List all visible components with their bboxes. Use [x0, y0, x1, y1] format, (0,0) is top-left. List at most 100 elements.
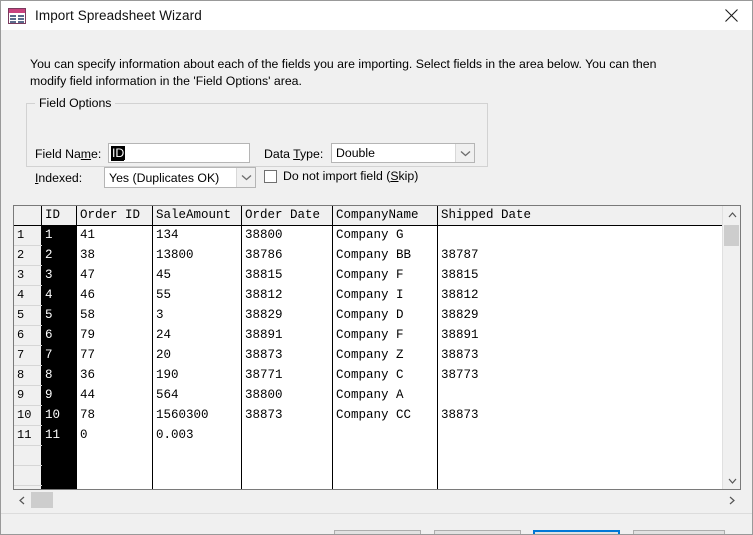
table-row[interactable]: 1 1 41 134 38800 Company G [14, 225, 722, 246]
table-cell-companyname[interactable]: Company F [332, 265, 438, 286]
close-icon[interactable] [708, 1, 752, 29]
table-cell-shipped-date[interactable]: 38829 [437, 305, 722, 326]
vertical-scrollbar[interactable] [722, 206, 740, 489]
table-cell-saleamount[interactable]: 190 [152, 365, 242, 386]
chevron-down-icon[interactable] [236, 168, 255, 187]
table-cell-saleamount[interactable]: 3 [152, 305, 242, 326]
table-cell-shipped-date[interactable]: 38787 [437, 245, 722, 266]
table-cell-shipped-date[interactable]: 38891 [437, 325, 722, 346]
column-header-id[interactable]: ID [41, 206, 77, 226]
table-cell-id[interactable]: 3 [41, 265, 77, 286]
table-cell-id[interactable]: 9 [41, 385, 77, 406]
row-header[interactable]: 2 [14, 245, 42, 266]
row-header[interactable]: 9 [14, 385, 42, 406]
horizontal-scrollbar[interactable] [13, 491, 741, 509]
table-cell-shipped-date[interactable] [437, 385, 722, 406]
table-cell-saleamount[interactable]: 13800 [152, 245, 242, 266]
table-cell-order-id[interactable]: 46 [76, 285, 153, 306]
table-cell-id[interactable]: 11 [41, 425, 77, 446]
table-cell-order-date[interactable]: 38800 [241, 385, 333, 406]
table-cell-id[interactable]: 7 [41, 345, 77, 366]
table-row[interactable]: 9 9 44 564 38800 Company A [14, 385, 722, 406]
table-cell-order-date[interactable]: 38812 [241, 285, 333, 306]
table-cell-companyname[interactable]: Company G [332, 225, 438, 246]
table-row[interactable]: 6 6 79 24 38891 Company F 38891 [14, 325, 722, 346]
table-cell-id[interactable]: 1 [41, 225, 77, 246]
table-cell-companyname[interactable]: Company I [332, 285, 438, 306]
table-row[interactable]: 3 3 47 45 38815 Company F 38815 [14, 265, 722, 286]
table-cell-order-id[interactable]: 44 [76, 385, 153, 406]
table-cell-shipped-date[interactable]: 38812 [437, 285, 722, 306]
table-cell-order-id[interactable]: 36 [76, 365, 153, 386]
table-row[interactable]: 10 10 78 1560300 38873 Company CC 38873 [14, 405, 722, 426]
row-header[interactable]: 1 [14, 225, 42, 246]
table-cell-saleamount[interactable]: 24 [152, 325, 242, 346]
table-cell-shipped-date[interactable]: 38873 [437, 345, 722, 366]
column-header-order-date[interactable]: Order Date [241, 206, 333, 226]
row-header[interactable]: 6 [14, 325, 42, 346]
table-cell-order-id[interactable]: 47 [76, 265, 153, 286]
row-header[interactable]: 4 [14, 285, 42, 306]
table-row[interactable]: 4 4 46 55 38812 Company I 38812 [14, 285, 722, 306]
table-cell-saleamount[interactable]: 134 [152, 225, 242, 246]
chevron-down-icon[interactable] [455, 144, 474, 162]
column-header-order-id[interactable]: Order ID [76, 206, 153, 226]
horizontal-scrollbar-thumb[interactable] [31, 492, 53, 508]
table-cell-companyname[interactable]: Company D [332, 305, 438, 326]
table-cell-companyname[interactable]: Company C [332, 365, 438, 386]
table-cell-order-id[interactable]: 38 [76, 245, 153, 266]
table-cell-saleamount[interactable]: 45 [152, 265, 242, 286]
row-header[interactable]: 7 [14, 345, 42, 366]
table-cell-order-date[interactable]: 38829 [241, 305, 333, 326]
table-row[interactable]: 5 5 58 3 38829 Company D 38829 [14, 305, 722, 326]
table-cell-saleamount[interactable]: 20 [152, 345, 242, 366]
table-cell-order-id[interactable]: 41 [76, 225, 153, 246]
cancel-button[interactable]: Cancel [334, 530, 421, 534]
table-cell-order-date[interactable]: 38786 [241, 245, 333, 266]
table-cell-id[interactable]: 5 [41, 305, 77, 326]
skip-field-row[interactable]: Do not import field (Skip) [264, 169, 418, 183]
table-cell-order-id[interactable]: 77 [76, 345, 153, 366]
table-cell-id[interactable]: 8 [41, 365, 77, 386]
table-cell-shipped-date[interactable] [437, 225, 722, 246]
table-row[interactable]: 7 7 77 20 38873 Company Z 38873 [14, 345, 722, 366]
table-cell-id[interactable]: 2 [41, 245, 77, 266]
table-cell-order-date[interactable]: 38771 [241, 365, 333, 386]
table-cell-companyname[interactable]: Company F [332, 325, 438, 346]
row-header[interactable]: 8 [14, 365, 42, 386]
table-cell-companyname[interactable] [332, 425, 438, 446]
next-button[interactable]: Next > [533, 530, 620, 534]
table-cell-id[interactable]: 6 [41, 325, 77, 346]
table-cell-saleamount[interactable]: 1560300 [152, 405, 242, 426]
table-row[interactable]: 2 2 38 13800 38786 Company BB 38787 [14, 245, 722, 266]
vertical-scrollbar-thumb[interactable] [724, 225, 739, 246]
column-header-shipped-date[interactable]: Shipped Date [437, 206, 722, 226]
table-cell-shipped-date[interactable] [437, 425, 722, 446]
row-header[interactable]: 11 [14, 425, 42, 446]
table-cell-shipped-date[interactable]: 38815 [437, 265, 722, 286]
column-header-companyname[interactable]: CompanyName [332, 206, 438, 226]
table-cell-order-date[interactable]: 38891 [241, 325, 333, 346]
table-cell-id[interactable]: 4 [41, 285, 77, 306]
row-header[interactable]: 5 [14, 305, 42, 326]
row-header[interactable]: 3 [14, 265, 42, 286]
row-header[interactable]: 10 [14, 405, 42, 426]
table-cell-companyname[interactable]: Company BB [332, 245, 438, 266]
data-type-select[interactable]: Double [331, 143, 475, 163]
table-cell-saleamount[interactable]: 55 [152, 285, 242, 306]
indexed-select[interactable]: Yes (Duplicates OK) [104, 167, 256, 188]
table-cell-order-id[interactable]: 0 [76, 425, 153, 446]
scroll-up-icon[interactable] [723, 206, 741, 223]
table-cell-order-id[interactable]: 58 [76, 305, 153, 326]
table-cell-order-date[interactable]: 38815 [241, 265, 333, 286]
table-cell-order-date[interactable]: 38873 [241, 345, 333, 366]
scroll-down-icon[interactable] [723, 472, 741, 489]
skip-field-checkbox[interactable] [264, 169, 277, 183]
table-cell-companyname[interactable]: Company Z [332, 345, 438, 366]
scroll-left-icon[interactable] [13, 491, 31, 509]
table-row[interactable]: 8 8 36 190 38771 Company C 38773 [14, 365, 722, 386]
table-cell-order-id[interactable]: 78 [76, 405, 153, 426]
table-cell-companyname[interactable]: Company CC [332, 405, 438, 426]
finish-button[interactable]: Finish [633, 530, 725, 534]
table-row[interactable]: 11 11 0 0.003 [14, 425, 722, 446]
